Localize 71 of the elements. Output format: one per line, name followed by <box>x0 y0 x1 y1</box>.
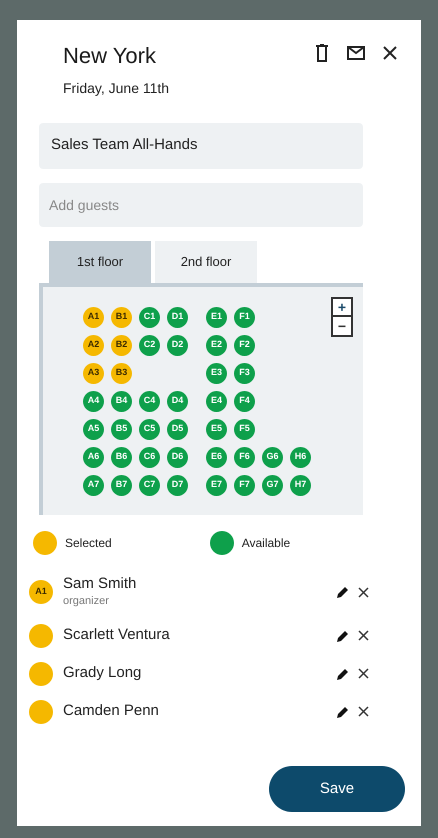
seat[interactable]: B5 <box>111 418 132 440</box>
legend-label: Selected <box>65 534 112 552</box>
seat[interactable]: D1 <box>167 306 188 328</box>
seat[interactable]: C6 <box>139 446 160 468</box>
seat[interactable]: D5 <box>167 418 188 440</box>
seat[interactable]: F4 <box>234 390 255 412</box>
seat[interactable]: C1 <box>139 306 160 328</box>
remove-icon[interactable] <box>358 668 369 680</box>
trash-icon[interactable] <box>315 44 329 62</box>
date-label: Friday, June 11th <box>63 78 170 98</box>
remove-icon[interactable] <box>358 706 369 718</box>
seat[interactable]: F5 <box>234 418 255 440</box>
pencil-icon[interactable] <box>336 704 350 719</box>
guest-name: Scarlett Ventura <box>63 626 171 646</box>
pencil-icon[interactable] <box>336 666 350 681</box>
guest-name: Camden Penn <box>63 702 160 722</box>
seat[interactable]: B7 <box>111 474 132 496</box>
seat[interactable]: A1 <box>83 306 104 328</box>
zoom-out-button[interactable]: − <box>333 316 351 334</box>
seat[interactable]: C2 <box>139 334 160 356</box>
seat[interactable]: F7 <box>234 474 255 496</box>
seat[interactable]: B2 <box>111 334 132 356</box>
guest-name: Sam Smith <box>63 574 138 594</box>
seat[interactable]: E6 <box>206 446 227 468</box>
seat[interactable]: A5 <box>83 418 104 440</box>
event-name-field[interactable]: Sales Team All-Hands <box>39 122 363 168</box>
remove-icon[interactable] <box>358 586 369 598</box>
seat[interactable]: D7 <box>167 474 188 496</box>
close-icon[interactable] <box>383 46 397 60</box>
seat[interactable]: B3 <box>111 362 132 384</box>
seat[interactable]: A7 <box>83 474 104 496</box>
seat[interactable]: B4 <box>111 390 132 412</box>
seat[interactable]: C7 <box>139 474 160 496</box>
add-guests-field[interactable]: Add guests <box>39 182 363 226</box>
seat[interactable]: D2 <box>167 334 188 356</box>
save-button[interactable]: Save <box>269 766 405 812</box>
mail-icon[interactable] <box>347 46 365 60</box>
seat[interactable]: C5 <box>139 418 160 440</box>
seat[interactable]: G7 <box>262 474 283 496</box>
dialog-title: New York <box>63 42 156 70</box>
seat[interactable]: F1 <box>234 306 255 328</box>
remove-icon[interactable] <box>358 630 369 642</box>
seat[interactable]: C4 <box>139 390 160 412</box>
seat[interactable]: B1 <box>111 306 132 328</box>
seat[interactable]: E3 <box>206 362 227 384</box>
seat[interactable]: E2 <box>206 334 227 356</box>
seat[interactable]: H6 <box>290 446 311 468</box>
seat[interactable]: G6 <box>262 446 283 468</box>
pencil-icon[interactable] <box>336 628 350 643</box>
floor-tab[interactable]: 1st floor <box>49 240 151 282</box>
seat[interactable]: F6 <box>234 446 255 468</box>
seat[interactable]: A6 <box>83 446 104 468</box>
seat[interactable]: E7 <box>206 474 227 496</box>
floor-tab[interactable]: 2nd floor <box>155 240 257 282</box>
guest-name: Grady Long <box>63 664 142 684</box>
seat[interactable]: A3 <box>83 362 104 384</box>
pencil-icon[interactable] <box>336 585 350 600</box>
seat[interactable]: H7 <box>290 474 311 496</box>
zoom-in-button[interactable]: + <box>333 298 351 316</box>
seat[interactable]: F3 <box>234 362 255 384</box>
seat[interactable]: D4 <box>167 390 188 412</box>
seat[interactable]: E5 <box>206 418 227 440</box>
legend-label: Available <box>242 534 290 552</box>
seat[interactable]: E4 <box>206 390 227 412</box>
guest-role: organizer <box>63 594 110 610</box>
seat[interactable]: E1 <box>206 306 227 328</box>
seat[interactable]: A4 <box>83 390 104 412</box>
seat[interactable]: B6 <box>111 446 132 468</box>
seat[interactable]: F2 <box>234 334 255 356</box>
seat[interactable]: A2 <box>83 334 104 356</box>
seat[interactable]: D6 <box>167 446 188 468</box>
